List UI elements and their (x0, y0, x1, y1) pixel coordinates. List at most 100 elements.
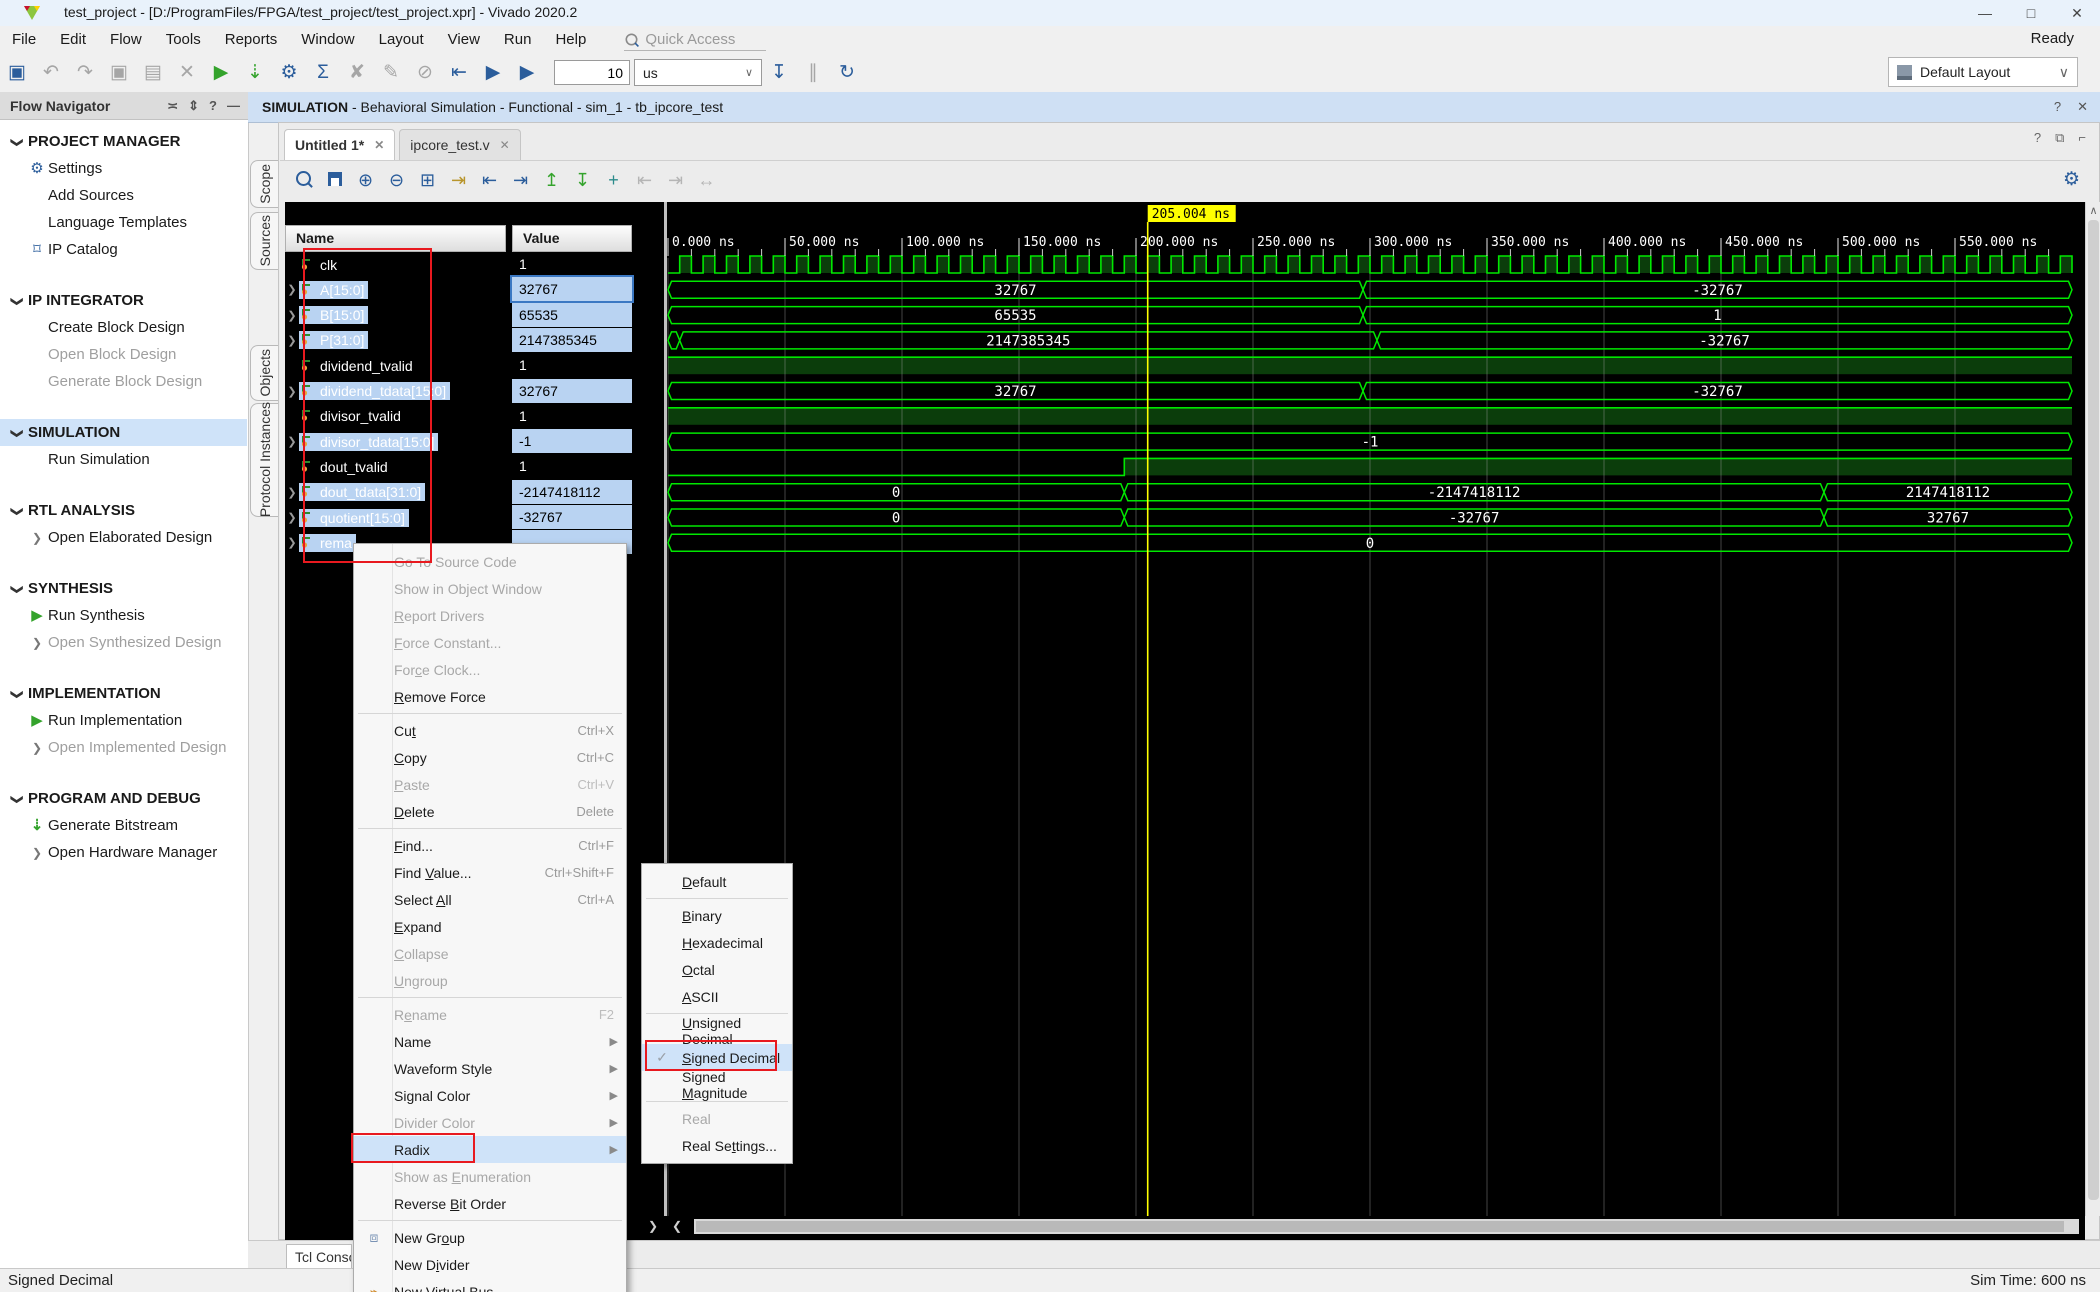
zoom-fit-icon[interactable]: ⊞ (412, 170, 443, 191)
flow-item-open-implemented-design[interactable]: ❯Open Implemented Design (0, 734, 247, 761)
value-column-header[interactable]: Value (512, 225, 632, 252)
expand-arrow-icon[interactable]: ❯ (285, 334, 299, 347)
close-panel-icon[interactable]: ✕ (2077, 92, 2088, 122)
relaunch-icon[interactable]: ↻ (830, 56, 864, 90)
expand-arrow-icon[interactable]: ❯ (285, 536, 299, 549)
flow-section-program-and-debug[interactable]: ❯PROGRAM AND DEBUG (0, 785, 247, 812)
expand-all-icon[interactable]: ⇕ (188, 92, 199, 120)
menu-item-default[interactable]: Default (642, 868, 792, 895)
side-tab-sources[interactable]: Sources (250, 212, 278, 270)
vertical-scrollbar[interactable]: ∧ (2085, 202, 2100, 1216)
expand-arrow-icon[interactable]: ❯ (285, 435, 299, 448)
run-icon[interactable]: ▶ (204, 56, 238, 90)
step-icon[interactable]: ↧ (762, 56, 796, 90)
close-button[interactable]: ✕ (2054, 0, 2100, 26)
flow-item-open-synthesized-design[interactable]: ❯Open Synthesized Design (0, 629, 247, 656)
collapse-all-icon[interactable]: ≍ (167, 92, 178, 120)
signal-value-a-15-0[interactable]: 32767 (512, 277, 632, 301)
zoom-in-icon[interactable]: ⊕ (350, 170, 381, 191)
menu-item-copy[interactable]: CopyCtrl+C (354, 744, 626, 771)
menu-edit[interactable]: Edit (48, 26, 98, 53)
menu-item-binary[interactable]: Binary (642, 902, 792, 929)
flow-item-generate-block-design[interactable]: Generate Block Design (0, 368, 247, 395)
generate-bitstream-icon[interactable]: ⇣ (238, 56, 272, 90)
menu-item-hexadecimal[interactable]: Hexadecimal (642, 929, 792, 956)
menu-window[interactable]: Window (289, 26, 366, 53)
tab-ipcore-test-v[interactable]: ipcore_test.v✕ (399, 129, 520, 160)
tab-untitled-1[interactable]: Untitled 1*✕ (284, 129, 395, 160)
horizontal-scrollbar-thumb[interactable] (696, 1221, 2064, 1232)
previous-marker-icon[interactable]: ⇤ (629, 170, 660, 191)
waveform-plot[interactable]: 32767-327676553512147385345-3276732767-3… (666, 202, 2085, 1216)
menu-item-find[interactable]: Find...Ctrl+F (354, 832, 626, 859)
flow-section-ip-integrator[interactable]: ❯IP INTEGRATOR (0, 287, 247, 314)
expand-arrow-icon[interactable]: ❯ (285, 283, 299, 296)
menu-item-waveform-style[interactable]: Waveform Style▶ (354, 1055, 626, 1082)
signal-value-dout-tvalid[interactable]: 1 (512, 454, 632, 478)
float-window-icon[interactable]: ⧉ (2055, 130, 2064, 146)
menu-item-cut[interactable]: CutCtrl+X (354, 717, 626, 744)
delete-icon[interactable]: ✕ (170, 56, 204, 90)
flow-item-generate-bitstream[interactable]: ⇣Generate Bitstream (0, 812, 247, 839)
help-icon[interactable]: ? (2034, 130, 2041, 146)
signal-value-dividend-tvalid[interactable]: 1 (512, 353, 632, 377)
menu-run[interactable]: Run (492, 26, 544, 53)
side-tab-objects[interactable]: Objects (250, 345, 278, 401)
menu-item-ascii[interactable]: ASCII (642, 983, 792, 1010)
swap-cursor-down-icon[interactable]: ↧ (567, 170, 598, 191)
cancel-icon[interactable]: ✘ (340, 56, 374, 90)
menu-item-expand[interactable]: Expand (354, 913, 626, 940)
help-icon[interactable]: ? (2054, 92, 2061, 122)
zoom-out-icon[interactable]: ⊖ (381, 170, 412, 191)
run-for-time-icon[interactable]: ▶ (510, 56, 544, 90)
minimize-panel-icon[interactable]: — (227, 92, 240, 120)
flow-item-language-templates[interactable]: Language Templates (0, 209, 247, 236)
flow-item-run-simulation[interactable]: Run Simulation (0, 446, 247, 473)
signal-value-dout-tdata-31-0[interactable]: -2147418112 (512, 480, 632, 504)
flow-section-simulation[interactable]: ❯SIMULATION (0, 419, 247, 446)
span-markers-icon[interactable]: ↔ (691, 170, 722, 191)
side-tab-scope[interactable]: Scope (250, 160, 278, 208)
flow-item-ip-catalog[interactable]: ⌑IP Catalog (0, 236, 247, 263)
menu-item-real-settings[interactable]: Real Settings... (642, 1132, 792, 1159)
menu-item-reverse-bit-order[interactable]: Reverse Bit Order (354, 1190, 626, 1217)
menu-item-delete[interactable]: DeleteDelete (354, 798, 626, 825)
edit-icon[interactable]: ✎ (374, 56, 408, 90)
menu-item-remove-force[interactable]: Remove Force (354, 683, 626, 710)
menu-item-octal[interactable]: Octal (642, 956, 792, 983)
paste-icon[interactable]: ▤ (136, 56, 170, 90)
menu-item-find-value[interactable]: Find Value...Ctrl+Shift+F (354, 859, 626, 886)
pause-icon[interactable]: ∥ (796, 56, 830, 90)
flow-section-project-manager[interactable]: ❯PROJECT MANAGER (0, 128, 247, 155)
help-icon[interactable]: ? (209, 92, 217, 120)
signal-value-quotient-15-0[interactable]: -32767 (512, 505, 632, 529)
side-tab-protocol-instances[interactable]: Protocol Instances (250, 403, 278, 517)
close-tab-icon[interactable]: ✕ (374, 130, 384, 160)
flow-item-open-block-design[interactable]: Open Block Design (0, 341, 247, 368)
scroll-up-icon[interactable]: ∧ (2086, 204, 2100, 217)
maximize-panel-icon[interactable]: ⌐ (2078, 130, 2086, 146)
scroll-left-icon[interactable]: ❮ (672, 1219, 682, 1233)
menu-tools[interactable]: Tools (154, 26, 213, 53)
flow-item-run-implementation[interactable]: ▶Run Implementation (0, 707, 247, 734)
run-all-icon[interactable]: ▶ (476, 56, 510, 90)
menu-item-new-virtual-bus[interactable]: ⌁New Virtual Bus (354, 1278, 626, 1292)
menu-help[interactable]: Help (543, 26, 598, 53)
layout-selector[interactable]: Default Layout ∨ (1888, 57, 2078, 87)
undo-icon[interactable]: ↶ (34, 56, 68, 90)
report-icon[interactable]: Σ (306, 56, 340, 90)
flow-item-open-hardware-manager[interactable]: ❯Open Hardware Manager (0, 839, 247, 866)
expand-arrow-icon[interactable]: ❯ (285, 511, 299, 524)
no-edit-icon[interactable]: ⊘ (408, 56, 442, 90)
menu-item-select-all[interactable]: Select AllCtrl+A (354, 886, 626, 913)
menu-item-new-group[interactable]: ⧈New Group (354, 1224, 626, 1251)
signal-value-clk[interactable]: 1 (512, 252, 632, 276)
flow-section-implementation[interactable]: ❯IMPLEMENTATION (0, 680, 247, 707)
flow-item-run-synthesis[interactable]: ▶Run Synthesis (0, 602, 247, 629)
flow-item-settings[interactable]: ⚙Settings (0, 155, 247, 182)
maximize-button[interactable]: □ (2008, 0, 2054, 26)
wave-settings-gear-icon[interactable]: ⚙ (2063, 168, 2080, 191)
flow-item-open-elaborated-design[interactable]: ❯Open Elaborated Design (0, 524, 247, 551)
menu-flow[interactable]: Flow (98, 26, 154, 53)
signal-value-divisor-tdata-15-0[interactable]: -1 (512, 429, 632, 453)
